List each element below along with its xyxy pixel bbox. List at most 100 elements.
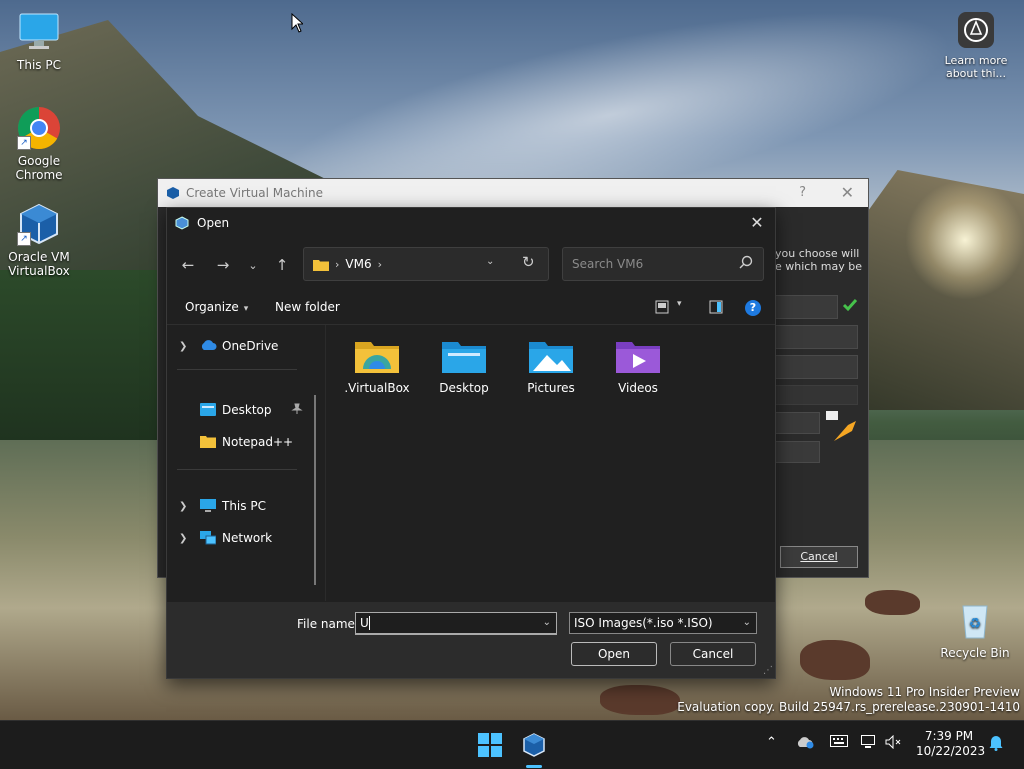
desktop-icon-recycle-bin[interactable]: ♻ Recycle Bin: [940, 598, 1010, 660]
organize-label: Organize: [185, 300, 239, 314]
virtualbox-icon: [167, 187, 179, 199]
desktop-icon-chrome[interactable]: ↗ Google Chrome: [4, 106, 74, 182]
taskbar-virtualbox-button[interactable]: [520, 731, 548, 768]
recent-locations-chevron-icon[interactable]: ⌄: [242, 259, 264, 279]
breadcrumb-vm6[interactable]: VM6: [345, 257, 371, 271]
back-arrow-icon[interactable]: ←: [177, 256, 199, 276]
close-icon[interactable]: ✕: [841, 183, 854, 202]
address-bar[interactable]: › VM6 › ⌄ ↻: [303, 247, 549, 281]
monitor-icon: [200, 499, 216, 512]
network-icon: [200, 531, 216, 545]
help-icon[interactable]: ?: [745, 300, 761, 316]
notification-bell-icon[interactable]: [989, 735, 1003, 751]
help-icon[interactable]: ?: [799, 185, 806, 200]
recycle-bin-icon: ♻: [953, 598, 997, 642]
keyboard-icon[interactable]: [830, 735, 848, 747]
watermark-line: Windows 11 Pro Insider Preview: [829, 685, 1020, 699]
address-dropdown-chevron-icon[interactable]: ⌄: [486, 256, 494, 267]
sidebar-item-desktop[interactable]: Desktop: [167, 398, 323, 422]
speaker-muted-icon[interactable]: [885, 735, 901, 749]
show-hidden-icons-chevron-icon[interactable]: ⌃: [766, 735, 777, 750]
file-list: .VirtualBox Desktop Pictures Videos: [327, 325, 773, 601]
folder-icon: [313, 259, 329, 271]
cloud-icon: [201, 340, 217, 350]
desktop-icon-label: This PC: [17, 58, 61, 72]
sidebar-item-label: This PC: [222, 499, 266, 513]
create-vm-title: Create Virtual Machine: [186, 186, 323, 200]
watermark-line: Evaluation copy. Build 25947.rs_prerelea…: [677, 700, 1020, 714]
vm-type-dropdown[interactable]: [770, 412, 820, 434]
description-line: you choose will: [775, 247, 860, 260]
onedrive-status-icon[interactable]: [796, 735, 814, 749]
desktop-icon-label: Recycle Bin: [940, 646, 1010, 660]
file-name-input[interactable]: U ⌄: [355, 612, 557, 635]
wallpaper-rock: [600, 685, 680, 715]
search-box[interactable]: [562, 247, 764, 281]
vm-cancel-button[interactable]: Cancel: [780, 546, 858, 568]
sidebar-item-onedrive[interactable]: ❯ OneDrive: [167, 334, 323, 358]
vm-edition-dropdown[interactable]: [770, 385, 858, 405]
search-icon: [739, 255, 753, 269]
search-input[interactable]: [570, 256, 734, 272]
navigation-pane: ❯ OneDrive Desktop Notepad++ ❯ This PC ❯…: [167, 325, 326, 601]
sidebar-item-label: Network: [222, 531, 273, 545]
sidebar-item-this-pc[interactable]: ❯ This PC: [167, 494, 323, 518]
vm-version-dropdown[interactable]: [770, 441, 820, 463]
desktop-icon-virtualbox[interactable]: ↗ Oracle VM VirtualBox: [4, 202, 74, 278]
virtualbox-icon: [523, 733, 545, 757]
folder-icon: [355, 339, 399, 373]
preview-pane-icon[interactable]: [709, 300, 723, 314]
file-type-dropdown[interactable]: ISO Images(*.iso *.ISO) ⌄: [569, 612, 757, 634]
forward-arrow-icon[interactable]: →: [212, 256, 234, 276]
desktop-icon-label: Google Chrome: [15, 154, 63, 182]
virtualbox-icon: [175, 216, 189, 230]
folder-item-videos[interactable]: Videos: [600, 339, 676, 395]
chevron-down-icon: ▾: [243, 304, 249, 314]
expand-chevron-icon[interactable]: ❯: [179, 501, 187, 512]
learn-more-widget[interactable]: Learn more about thi...: [944, 12, 1008, 80]
desktop-folder-icon: [200, 403, 216, 416]
folder-item-virtualbox[interactable]: .VirtualBox: [339, 339, 415, 395]
sidebar-item-label: Desktop: [222, 403, 272, 417]
refresh-icon[interactable]: ↻: [522, 253, 535, 271]
monitor-icon: [17, 10, 61, 54]
resize-grip-icon[interactable]: ⋰: [763, 665, 773, 676]
sidebar-scrollbar[interactable]: [314, 395, 316, 585]
sidebar-item-label: OneDrive: [222, 339, 279, 353]
checkmark-icon: [842, 299, 858, 312]
windows-start-icon[interactable]: [478, 733, 502, 757]
taskbar: ⌃ 7:39 PM 10/22/2023: [0, 720, 1024, 769]
system-clock[interactable]: 7:39 PM 10/22/2023: [916, 729, 986, 759]
cancel-button[interactable]: Cancel: [670, 642, 756, 666]
learn-more-label: Learn more about thi...: [944, 54, 1008, 80]
chevron-down-icon[interactable]: ⌄: [543, 617, 551, 628]
display-icon[interactable]: [861, 735, 877, 749]
open-file-dialog: Open ✕ ← → ⌄ ↑ › VM6 › ⌄ ↻ Organize ▾ New…: [166, 207, 776, 679]
expand-chevron-icon[interactable]: ❯: [179, 341, 187, 352]
sidebar-item-network[interactable]: ❯ Network: [167, 526, 323, 550]
view-chevron-down-icon[interactable]: ▾: [677, 299, 682, 309]
organize-menu[interactable]: Organize ▾: [185, 300, 248, 314]
view-options-icon[interactable]: [655, 300, 669, 314]
vm-folder-dropdown[interactable]: [770, 325, 858, 349]
file-type-value: ISO Images(*.iso *.ISO): [574, 616, 713, 630]
folder-item-desktop[interactable]: Desktop: [426, 339, 502, 395]
new-folder-button[interactable]: New folder: [275, 300, 340, 314]
expand-chevron-icon[interactable]: ❯: [179, 533, 187, 544]
open-button[interactable]: Open: [571, 642, 657, 666]
vm-iso-dropdown[interactable]: [770, 355, 858, 379]
pictures-folder-icon: [529, 339, 573, 373]
folder-name: Desktop: [439, 381, 489, 395]
desktop-icon-this-pc[interactable]: This PC: [4, 10, 74, 72]
up-arrow-icon[interactable]: ↑: [271, 256, 293, 276]
folder-item-pictures[interactable]: Pictures: [513, 339, 589, 395]
wallpaper-rock: [800, 640, 870, 680]
breadcrumb-separator-icon[interactable]: ›: [378, 258, 382, 271]
chevron-down-icon: ⌄: [742, 617, 751, 628]
sidebar-item-notepad-plus-plus[interactable]: Notepad++: [167, 430, 323, 454]
pin-icon[interactable]: [291, 403, 303, 415]
close-icon[interactable]: ✕: [747, 213, 767, 232]
vm-name-field[interactable]: [770, 295, 838, 319]
clock-date: 10/22/2023: [916, 744, 986, 758]
windows-watermark: Windows 11 Pro Insider Preview Evaluatio…: [677, 685, 1020, 715]
